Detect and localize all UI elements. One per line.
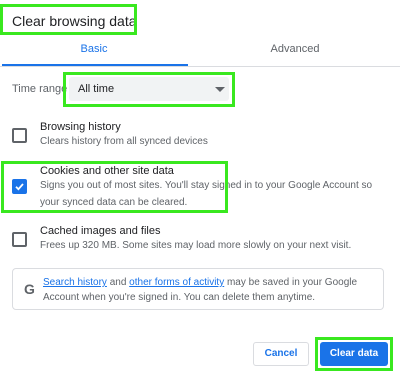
tab-divider bbox=[0, 66, 400, 67]
option-description: Frees up 320 MB. Some sites may load mor… bbox=[40, 240, 352, 251]
option-browsing-history[interactable]: Browsing history Clears history from all… bbox=[0, 118, 400, 154]
option-cookies[interactable]: Cookies and other site data Signs you ou… bbox=[0, 162, 400, 212]
browsing-history-checkbox[interactable] bbox=[12, 128, 27, 143]
cookies-checkbox[interactable] bbox=[12, 179, 27, 194]
option-title: Cookies and other site data bbox=[40, 165, 174, 177]
checkmark-icon bbox=[15, 183, 24, 191]
clear-data-button[interactable]: Clear data bbox=[320, 342, 388, 366]
option-cached-images[interactable]: Cached images and files Frees up 320 MB.… bbox=[0, 222, 400, 258]
cached-images-checkbox[interactable] bbox=[12, 232, 27, 247]
google-account-info: G Search history and other forms of acti… bbox=[12, 268, 384, 310]
cancel-button[interactable]: Cancel bbox=[253, 342, 309, 366]
tab-basic[interactable]: Basic bbox=[0, 43, 188, 55]
time-range-label: Time range bbox=[12, 83, 68, 95]
info-middle-text: and bbox=[106, 277, 130, 288]
dialog-title: Clear browsing data bbox=[12, 13, 137, 29]
dropdown-arrow-icon bbox=[215, 87, 225, 92]
time-range-select[interactable]: All time bbox=[69, 77, 229, 101]
tab-advanced[interactable]: Advanced bbox=[196, 43, 394, 55]
search-history-link[interactable]: Search history bbox=[43, 277, 107, 288]
option-description: Signs you out of most sites. You'll stay… bbox=[40, 180, 373, 208]
info-text: Search history and other forms of activi… bbox=[43, 275, 378, 305]
option-description: Clears history from all synced devices bbox=[40, 136, 208, 147]
option-title: Cached images and files bbox=[40, 225, 161, 237]
google-g-icon: G bbox=[24, 281, 35, 297]
clear-browsing-data-dialog: Clear browsing data Basic Advanced Time … bbox=[0, 0, 400, 383]
option-title: Browsing history bbox=[40, 121, 121, 133]
time-range-value: All time bbox=[78, 83, 115, 95]
other-activity-link[interactable]: other forms of activity bbox=[129, 277, 224, 288]
